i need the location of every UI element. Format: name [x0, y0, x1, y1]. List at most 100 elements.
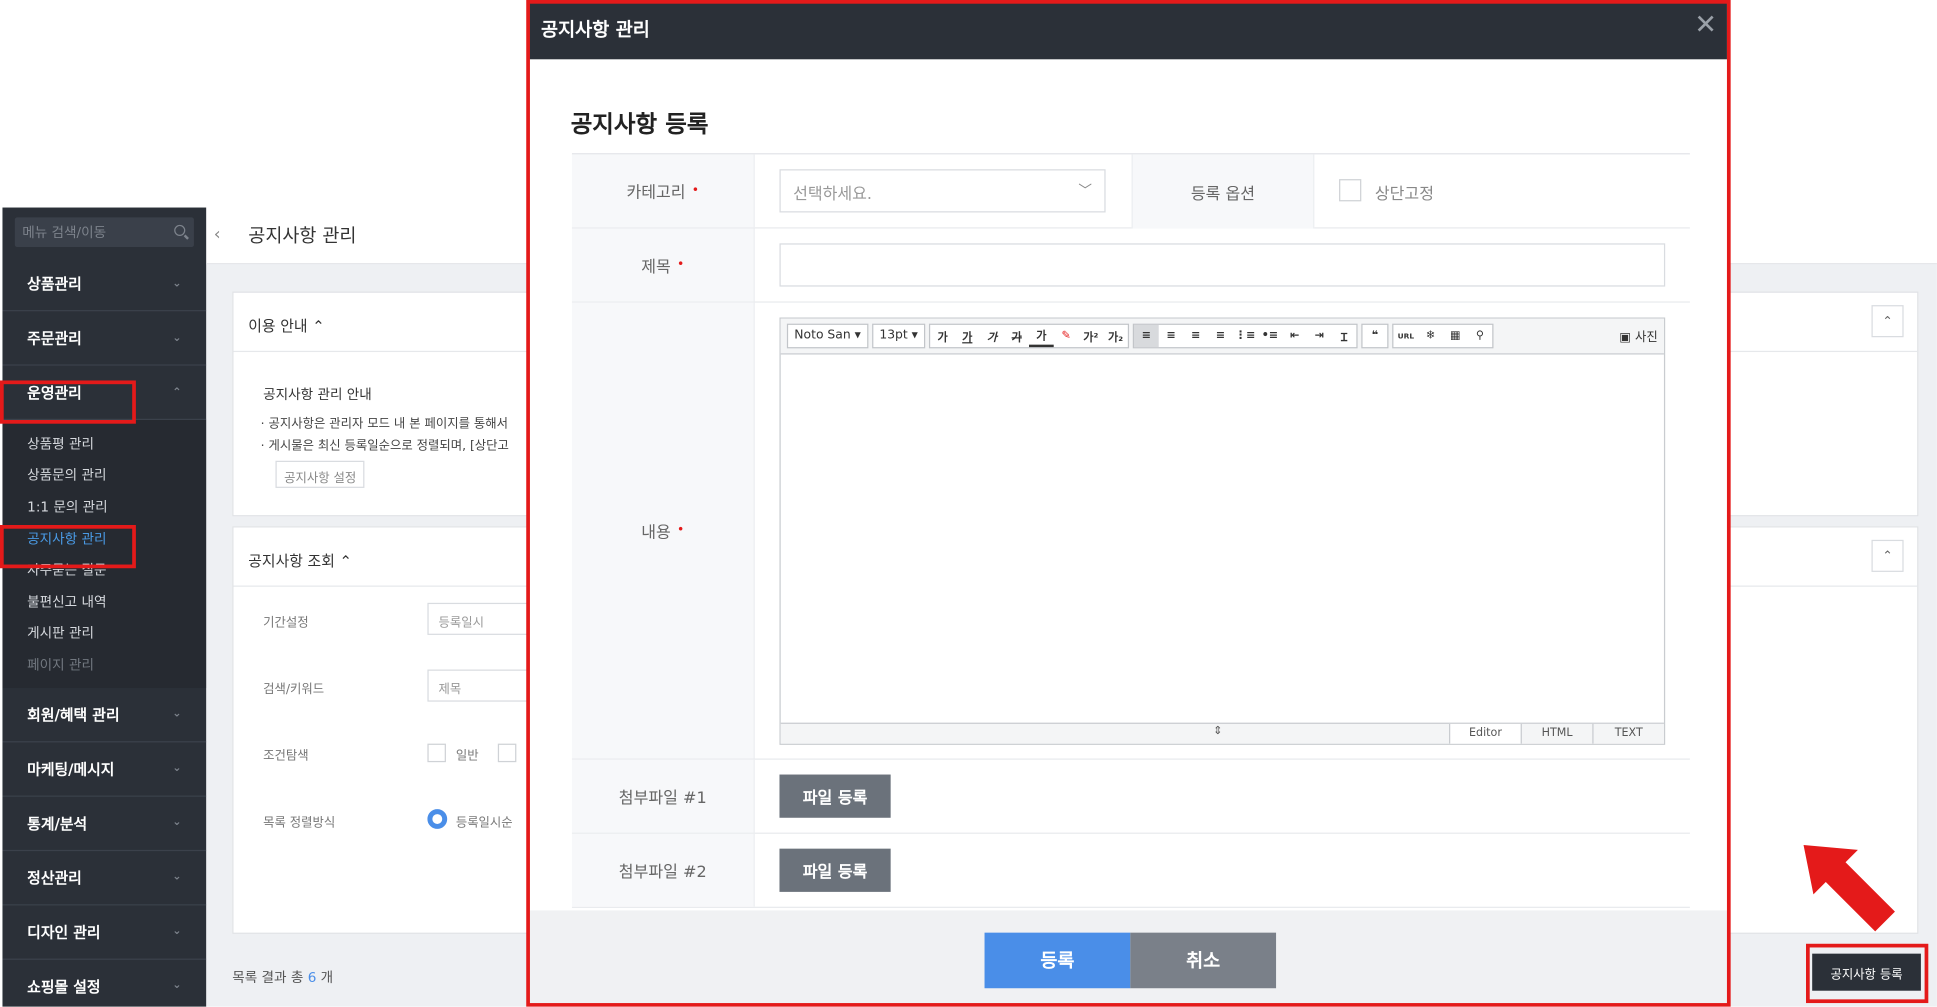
menu-search-input[interactable] [14, 217, 194, 248]
chevron-up-icon: ⌃ [172, 386, 182, 399]
align-left-icon[interactable]: ≡ [1134, 324, 1159, 348]
font-select[interactable]: Noto San ▾ [786, 323, 869, 349]
modal-body: 공지사항 등록 카테고리 • 선택하세요. ﹀ 등록 옵션 상단고정 제목 • … [529, 59, 1727, 911]
bold-icon[interactable]: 가 [930, 325, 955, 347]
submenu-item-7[interactable]: 페이지 관리 [2, 649, 206, 681]
guide-setting-button[interactable]: 공지사항 설정 [275, 460, 365, 488]
guide-line-2: · 게시물은 최신 등록일순으로 정렬되며, [상단고 [260, 439, 509, 454]
link-icon[interactable]: URL [1393, 325, 1418, 347]
submenu-item-4[interactable]: 자주묻는 질문 [2, 554, 206, 586]
keyword-select[interactable]: 제목 [427, 669, 533, 702]
condition-label: 조건탐색 [263, 749, 309, 764]
modal-title: 공지사항 등록 [570, 111, 709, 139]
required-mark: • [676, 258, 685, 272]
chevron-down-icon: ⌄ [172, 871, 182, 884]
menu-label: 마케팅/메시지 [27, 760, 115, 778]
photo-button[interactable]: ▣ 사진 [1619, 326, 1657, 345]
guide-heading: 공지사항 관리 안내 [263, 386, 372, 403]
submenu-item-5[interactable]: 불편신고 내역 [2, 585, 206, 617]
bottom-menu-2[interactable]: 통계/분석 ⌄ [2, 796, 207, 851]
attach2-label: 첨부파일 #2 [571, 833, 755, 907]
camera-icon: ▣ [1619, 331, 1632, 345]
file-upload-button-2[interactable]: 파일 등록 [779, 848, 891, 892]
bottom-menu-1[interactable]: 마케팅/메시지 ⌄ [2, 742, 207, 797]
bullet-list-icon[interactable]: •≡ [1258, 325, 1283, 347]
align-justify-icon[interactable]: ≡ [1208, 325, 1233, 347]
outdent-icon[interactable]: ⇤ [1282, 325, 1307, 347]
tab-html[interactable]: HTML [1520, 723, 1593, 744]
notice-register-button[interactable]: 공지사항 등록 [1812, 953, 1921, 991]
submit-button[interactable]: 등록 [984, 932, 1131, 989]
special-char-icon[interactable]: ❄ [1418, 325, 1443, 347]
result-prefix: 목록 결과 총 [232, 969, 304, 986]
indent-icon[interactable]: ⇥ [1307, 325, 1332, 347]
underline-icon[interactable]: 가 [955, 325, 980, 347]
file-upload-button-1[interactable]: 파일 등록 [779, 774, 891, 818]
category-label-text: 카테고리 [626, 184, 686, 203]
table-icon[interactable]: ▦ [1443, 325, 1468, 347]
resize-handle-icon[interactable]: ⇕ [1213, 725, 1222, 737]
text-style-group: 가 가 가 가 가 ✎ 가² 가₂ [929, 323, 1130, 349]
line-height-icon[interactable]: Ɪ [1332, 325, 1357, 347]
highlight-icon[interactable]: ✎ [1054, 325, 1079, 347]
submenu-item-1[interactable]: 상품문의 관리 [2, 459, 206, 491]
size-value: 13pt [879, 328, 908, 343]
quote-icon[interactable]: ❝ [1363, 325, 1388, 347]
chevron-down-icon: ⌄ [172, 762, 182, 775]
attach1-label: 첨부파일 #1 [571, 759, 755, 833]
condition-checkbox[interactable] [427, 743, 446, 763]
editor-content-area[interactable] [781, 355, 1664, 722]
chevron-left-icon[interactable]: ‹ [214, 225, 221, 245]
chevron-down-icon: ⌄ [172, 925, 182, 938]
superscript-icon[interactable]: 가² [1078, 325, 1103, 347]
strike-icon[interactable]: 가 [1004, 325, 1029, 347]
collapse-icon[interactable]: ⌃ [1871, 305, 1904, 338]
content-label: 내용 • [571, 302, 755, 759]
pin-label[interactable]: 상단고정 [1375, 180, 1434, 204]
category-select[interactable]: 선택하세요. ﹀ [779, 169, 1106, 213]
submenu-item-2[interactable]: 1:1 문의 관리 [2, 491, 206, 523]
align-center-icon[interactable]: ≡ [1159, 325, 1184, 347]
submenu-item-6[interactable]: 게시판 관리 [2, 617, 206, 649]
subject-input[interactable] [779, 243, 1666, 287]
menu-label: 디자인 관리 [27, 923, 101, 941]
top-menu-1[interactable]: 주문관리 ⌄ [2, 311, 207, 366]
font-color-icon[interactable]: 가 [1029, 325, 1054, 348]
top-menu-0[interactable]: 상품관리 ⌄ [2, 257, 207, 312]
tab-text[interactable]: TEXT [1592, 723, 1664, 744]
attach1-row: 첨부파일 #1 파일 등록 [571, 759, 1690, 834]
close-icon[interactable]: ✕ [1694, 12, 1717, 39]
menu-label: 운영관리 [27, 384, 82, 402]
cancel-button[interactable]: 취소 [1130, 932, 1277, 989]
bottom-menu-0[interactable]: 회원/혜택 관리 ⌄ [2, 688, 207, 743]
option-label: 등록 옵션 [1131, 154, 1315, 229]
tab-editor[interactable]: Editor [1449, 723, 1521, 744]
bottom-menu-4[interactable]: 디자인 관리 ⌄ [2, 905, 207, 960]
search-title: 공지사항 조회 ⌃ [248, 552, 352, 570]
period-select[interactable]: 등록일시 [427, 602, 533, 635]
ordered-list-icon[interactable]: ⋮≡ [1233, 325, 1258, 347]
result-suffix: 개 [320, 969, 334, 986]
menu-operation[interactable]: 운영관리 ⌃ [2, 366, 207, 421]
collapse-icon[interactable]: ⌃ [1871, 539, 1904, 572]
sort-radio[interactable] [427, 809, 448, 829]
bottom-menu-3[interactable]: 정산관리 ⌄ [2, 851, 207, 906]
menu-search[interactable] [14, 217, 194, 248]
italic-icon[interactable]: 가 [980, 325, 1005, 347]
modal-header-title: 공지사항 관리 [541, 18, 650, 41]
chevron-down-icon: ⌄ [172, 816, 182, 830]
submenu-item-3[interactable]: 공지사항 관리 [2, 522, 206, 554]
find-icon[interactable]: ⚲ [1468, 325, 1493, 347]
pin-checkbox[interactable] [1339, 179, 1362, 202]
subscript-icon[interactable]: 가₂ [1103, 325, 1128, 347]
sort-option: 등록일시순 [455, 816, 513, 831]
align-right-icon[interactable]: ≡ [1183, 325, 1208, 347]
menu-label: 상품관리 [27, 275, 82, 293]
editor-footer: ⇕ Editor HTML TEXT [780, 722, 1664, 744]
submenu-item-0[interactable]: 상품평 관리 [2, 427, 206, 459]
size-select[interactable]: 13pt ▾ [871, 323, 926, 349]
condition-checkbox-2[interactable] [497, 743, 517, 763]
bottom-menu-5[interactable]: 쇼핑몰 설정 ⌄ [2, 960, 206, 1007]
required-mark: • [691, 184, 700, 198]
menu-label: 쇼핑몰 설정 [27, 978, 101, 996]
